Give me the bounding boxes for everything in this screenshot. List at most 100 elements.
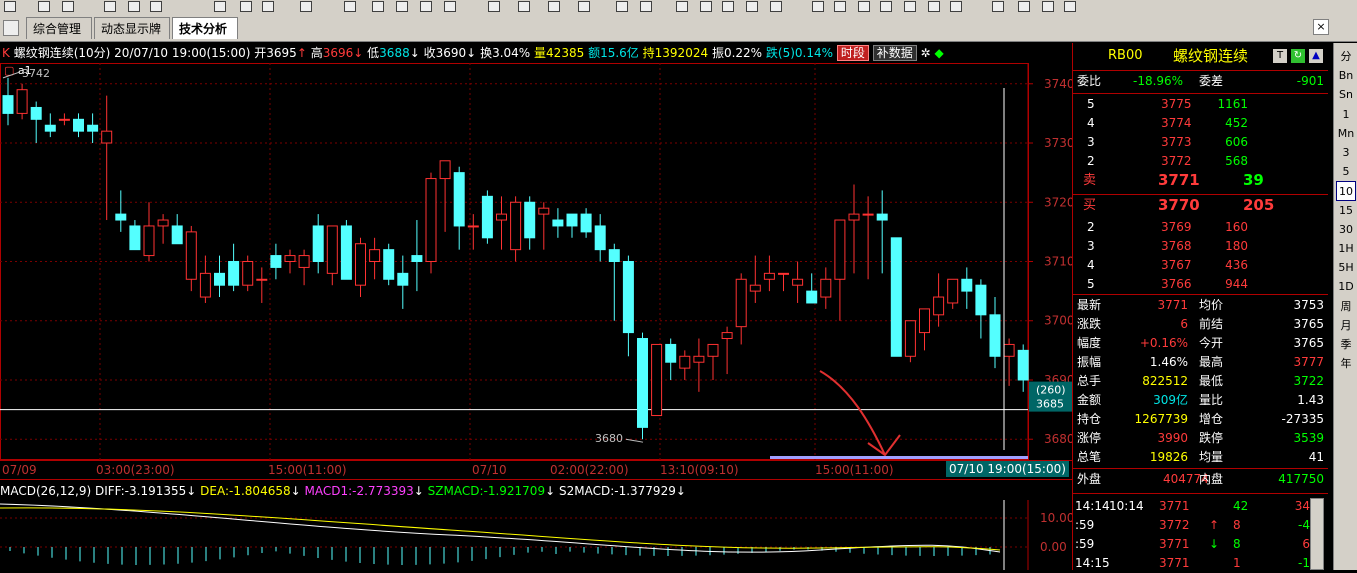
tab-general[interactable]: 综合管理 — [26, 17, 92, 39]
toolbar-tool-icon[interactable] — [548, 1, 560, 12]
toolbar-tool-icon[interactable] — [4, 1, 16, 12]
candle-body — [721, 332, 733, 340]
level-number: 5 — [1087, 97, 1095, 111]
quote-info-line: K 螺纹钢连续(10分) 20/07/10 19:00(15:00) 开3695… — [2, 45, 944, 61]
stat-value: 3765 — [1293, 317, 1324, 331]
toolbar-tool-icon[interactable] — [128, 1, 140, 12]
close-value: 3690 — [435, 46, 467, 60]
toolbar-tool-icon[interactable] — [700, 1, 712, 12]
up-arrow-icon[interactable]: ▲ — [1309, 49, 1323, 63]
ask-level-row[interactable]: 3 3773 606 — [1073, 133, 1328, 152]
period-button[interactable]: 5 — [1336, 162, 1356, 182]
toolbar-tool-icon[interactable] — [722, 1, 734, 12]
period-button[interactable]: Bn — [1336, 66, 1356, 86]
period-button[interactable]: 30 — [1336, 220, 1356, 240]
high-value: 3696 — [322, 46, 354, 60]
period-button[interactable]: 5H — [1336, 258, 1356, 278]
refresh-icon[interactable]: ↻ — [1291, 49, 1305, 63]
toolbar-tool-icon[interactable] — [1042, 1, 1054, 12]
toolbar-tool-icon[interactable] — [1064, 1, 1076, 12]
bid-level-row[interactable]: 5 3766 944 — [1073, 275, 1328, 294]
gear-icon[interactable]: ✲ — [921, 46, 931, 60]
toolbar-tool-icon[interactable] — [214, 1, 226, 12]
candle-body — [16, 89, 28, 114]
toolbar-tool-icon[interactable] — [746, 1, 758, 12]
ask-level-row[interactable]: 4 3774 452 — [1073, 114, 1328, 133]
period-button[interactable]: 1D — [1336, 277, 1356, 297]
toolbar-tool-icon[interactable] — [420, 1, 432, 12]
toolbar-tool-icon[interactable] — [858, 1, 870, 12]
period-button[interactable]: 年 — [1336, 354, 1356, 374]
toolbar-tool-icon[interactable] — [372, 1, 384, 12]
high-marker-line — [2, 71, 21, 79]
candle-body — [651, 343, 663, 417]
toolbar-tool-icon[interactable] — [992, 1, 1004, 12]
toolbar-tool-icon[interactable] — [262, 1, 274, 12]
bid-level-row[interactable]: 2 3769 160 — [1073, 218, 1328, 237]
tab-technical-analysis[interactable]: 技术分析 — [172, 17, 238, 39]
toolbar-tool-icon[interactable] — [444, 1, 456, 12]
period-button[interactable]: 1 — [1336, 105, 1356, 125]
toolbar-tool-icon[interactable] — [770, 1, 782, 12]
toolbar-tool-icon[interactable] — [834, 1, 846, 12]
toolbar-tool-icon[interactable] — [38, 1, 50, 12]
toolbar-tool-icon[interactable] — [904, 1, 916, 12]
supplement-data-button[interactable]: 补数据 — [872, 45, 917, 61]
toolbar-tool-icon[interactable] — [880, 1, 892, 12]
candle-body — [890, 237, 902, 357]
stats-row: 振幅 1.46% 最高 3777 — [1073, 353, 1328, 372]
period-button[interactable]: Sn — [1336, 85, 1356, 105]
toolbar-tool-icon[interactable] — [344, 1, 356, 12]
toolbar-tool-icon[interactable] — [640, 1, 652, 12]
stats-row: 持仓 1267739 增仓 -27335 — [1073, 410, 1328, 429]
stats-row: 总笔 19826 均量 41 — [1073, 448, 1328, 467]
toolbar-tool-icon[interactable] — [240, 1, 252, 12]
time-period-button[interactable]: 时段 — [836, 45, 869, 61]
tick-scrollbar[interactable] — [1310, 498, 1324, 570]
tab-dynamic-board[interactable]: 动态显示牌 — [94, 17, 170, 39]
tick-row: 14:15 3771 1 -1 — [1073, 554, 1328, 573]
macd-chart[interactable]: 10.00 0.00 — [0, 500, 1075, 570]
toolbar-tool-icon[interactable] — [104, 1, 116, 12]
grid-icon[interactable] — [3, 20, 19, 36]
stats-row: 最新 3771 均价 3753 — [1073, 296, 1328, 315]
toolbar-tool-icon[interactable] — [150, 1, 162, 12]
toolbar-tool-icon[interactable] — [578, 1, 590, 12]
toolbar-tool-icon[interactable] — [950, 1, 962, 12]
toolbar-tool-icon[interactable] — [676, 1, 688, 12]
diamond-icon[interactable]: ◆ — [934, 46, 943, 60]
t-icon[interactable]: T — [1273, 49, 1287, 63]
stats-row: 金额 309亿 量比 1.43 — [1073, 391, 1328, 410]
sell-volume: 39 — [1243, 171, 1264, 189]
macd-dea-line — [0, 507, 1001, 551]
stat-value: 1267739 — [1134, 412, 1188, 426]
toolbar-tool-icon[interactable] — [396, 1, 408, 12]
toolbar-tool-icon[interactable] — [488, 1, 500, 12]
period-button[interactable]: 周 — [1336, 297, 1356, 317]
tick-cell: 34 — [1294, 499, 1310, 513]
bid-level-row[interactable]: 4 3767 436 — [1073, 256, 1328, 275]
toolbar-tool-icon[interactable] — [300, 1, 312, 12]
toolbar-tool-icon[interactable] — [1018, 1, 1030, 12]
stat-label: 均价 — [1199, 298, 1224, 312]
toolbar-tool-icon[interactable] — [62, 1, 74, 12]
period-button[interactable]: 15 — [1336, 201, 1356, 221]
close-icon[interactable]: × — [1313, 19, 1329, 35]
tab-bar: 综合管理 动态显示牌 技术分析 × — [0, 14, 1357, 42]
period-button[interactable]: 月 — [1336, 316, 1356, 336]
toolbar-tool-icon[interactable] — [518, 1, 530, 12]
tick-cell: 3771 — [1159, 537, 1190, 551]
period-button[interactable]: 1H — [1336, 239, 1356, 259]
toolbar-tool-icon[interactable] — [812, 1, 824, 12]
ask-level-row[interactable]: 5 3775 1161 — [1073, 95, 1328, 114]
toolbar-tool-icon[interactable] — [928, 1, 940, 12]
candlestick-chart[interactable]: 3740373037203710370036903680(260)3685374… — [0, 63, 1075, 460]
bid-level-row[interactable]: 3 3768 180 — [1073, 237, 1328, 256]
ask-level-row[interactable]: 2 3772 568 — [1073, 152, 1328, 171]
period-button[interactable]: 分 — [1336, 47, 1356, 67]
period-button[interactable]: Mn — [1336, 124, 1356, 144]
toolbar-tool-icon[interactable] — [616, 1, 628, 12]
period-button[interactable]: 10 — [1336, 181, 1356, 202]
period-button[interactable]: 季 — [1336, 335, 1356, 355]
period-button[interactable]: 3 — [1336, 143, 1356, 163]
